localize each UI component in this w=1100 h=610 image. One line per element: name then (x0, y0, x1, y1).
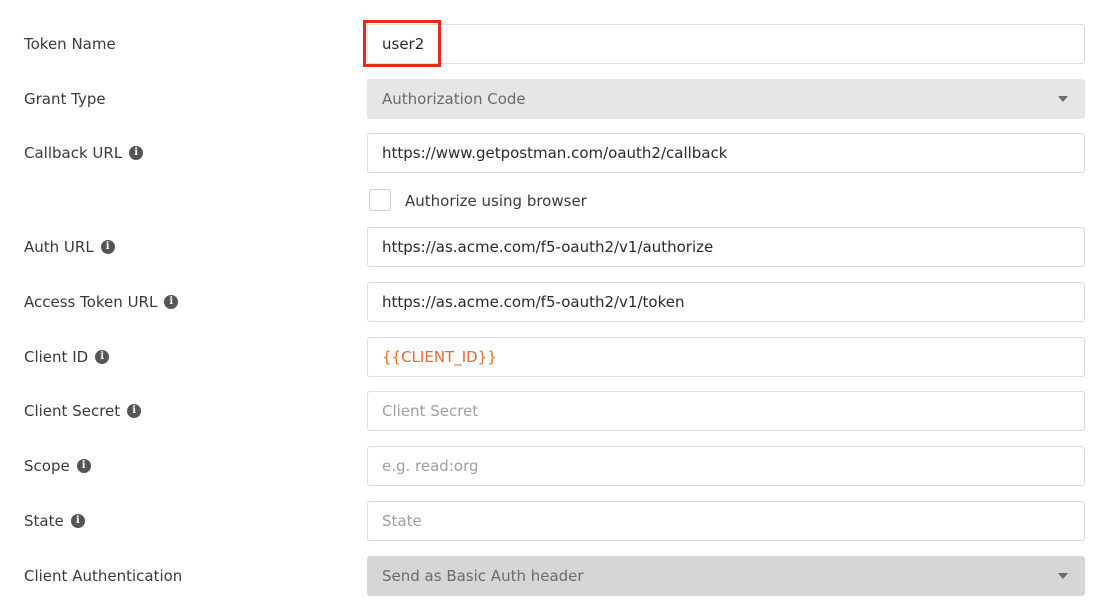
state-row: State i State (0, 499, 1100, 543)
grant-type-select[interactable]: Authorization Code (367, 79, 1085, 119)
client-id-row: Client ID i {{CLIENT_ID}} (0, 335, 1100, 379)
info-icon[interactable]: i (127, 404, 142, 418)
authorize-browser-checkbox[interactable] (369, 189, 391, 211)
authorize-browser-label[interactable]: Authorize using browser (405, 186, 587, 216)
token-name-label: Token Name (24, 35, 116, 53)
auth-url-label: Auth URL i (24, 225, 115, 269)
client-auth-select[interactable]: Send as Basic Auth header (367, 556, 1085, 596)
info-icon[interactable]: i (100, 240, 115, 254)
auth-url-row: Auth URL i https://as.acme.com/f5-oauth2… (0, 225, 1100, 269)
info-icon[interactable]: i (164, 295, 179, 309)
scope-label: Scope i (24, 444, 91, 488)
info-icon[interactable]: i (95, 350, 110, 364)
chevron-down-icon (1058, 573, 1068, 579)
grant-type-row: Grant Type Authorization Code (0, 77, 1100, 121)
state-label: State i (24, 499, 85, 543)
token-name-row: Token Name user2 (0, 22, 1100, 66)
scope-row: Scope i e.g. read:org (0, 444, 1100, 488)
access-token-url-input[interactable]: https://as.acme.com/f5-oauth2/v1/token (367, 282, 1085, 322)
chevron-down-icon (1058, 96, 1068, 102)
grant-type-label: Grant Type (24, 90, 106, 108)
info-icon[interactable]: i (70, 514, 85, 528)
client-secret-input[interactable]: Client Secret (367, 391, 1085, 431)
client-id-input[interactable]: {{CLIENT_ID}} (367, 337, 1085, 377)
client-id-label: Client ID i (24, 335, 110, 379)
access-token-url-label: Access Token URL i (24, 280, 179, 324)
info-icon[interactable]: i (129, 146, 144, 160)
callback-url-row: Callback URL i https://www.getpostman.co… (0, 131, 1100, 175)
info-icon[interactable]: i (76, 459, 91, 473)
client-secret-label: Client Secret i (24, 389, 142, 433)
client-auth-row: Client Authentication Send as Basic Auth… (0, 554, 1100, 598)
authorize-browser-row: Authorize using browser (0, 186, 1100, 216)
client-secret-row: Client Secret i Client Secret (0, 389, 1100, 433)
state-input[interactable]: State (367, 501, 1085, 541)
callback-url-label: Callback URL i (24, 131, 144, 175)
auth-url-input[interactable]: https://as.acme.com/f5-oauth2/v1/authori… (367, 227, 1085, 267)
scope-input[interactable]: e.g. read:org (367, 446, 1085, 486)
client-auth-label: Client Authentication (24, 567, 183, 585)
callback-url-input[interactable]: https://www.getpostman.com/oauth2/callba… (367, 133, 1085, 173)
token-name-input[interactable]: user2 (367, 24, 1085, 64)
access-token-url-row: Access Token URL i https://as.acme.com/f… (0, 280, 1100, 324)
oauth2-config-form: Token Name user2 Grant Type Authorizatio… (0, 0, 1100, 610)
